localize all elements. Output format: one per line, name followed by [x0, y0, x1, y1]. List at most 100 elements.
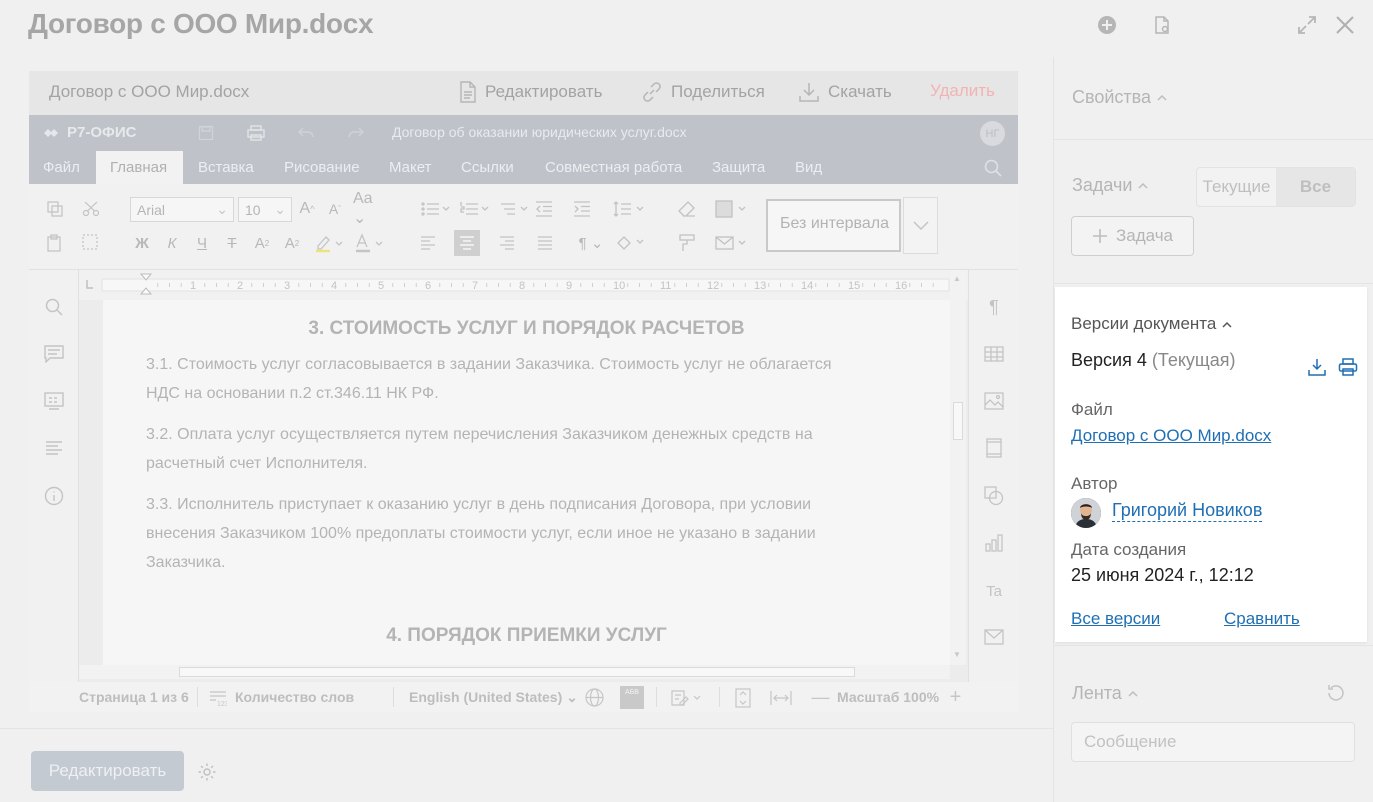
track-changes-icon[interactable]	[669, 687, 705, 708]
italic-icon[interactable]: К	[162, 233, 182, 253]
text-art-icon[interactable]: Ta	[983, 579, 1005, 603]
page-indicator[interactable]: Страница 1 из 6	[79, 689, 189, 705]
spell-check-icon[interactable]: АБВ	[620, 686, 644, 709]
font-name-select[interactable]: Arial ⌄	[130, 197, 234, 222]
versions-section-toggle[interactable]: Версии документа	[1071, 314, 1232, 334]
all-versions-link[interactable]: Все версии	[1071, 609, 1160, 629]
menu-home[interactable]: Главная	[96, 151, 183, 184]
compare-link[interactable]: Сравнить	[1224, 609, 1300, 629]
bold-icon[interactable]: Ж	[132, 233, 152, 253]
close-icon[interactable]	[1330, 10, 1360, 40]
menu-view[interactable]: Вид	[795, 159, 822, 176]
font-size-select[interactable]: 10 ⌄	[238, 197, 292, 222]
strikethrough-icon[interactable]: Т	[222, 233, 242, 253]
borders-icon[interactable]	[713, 199, 749, 219]
cut-icon[interactable]	[81, 199, 101, 219]
multilevel-list-icon[interactable]	[497, 199, 531, 219]
change-case-icon[interactable]: Aa ⌄	[353, 190, 387, 227]
underline-icon[interactable]: Ч	[192, 233, 212, 253]
search-icon[interactable]	[982, 157, 1004, 179]
delete-link[interactable]: Удалить	[930, 81, 995, 101]
highlight-icon[interactable]	[312, 233, 346, 253]
scroll-thumb[interactable]	[179, 667, 855, 677]
mail-merge-icon[interactable]	[713, 233, 749, 253]
refresh-icon[interactable]	[1324, 681, 1348, 705]
increase-indent-icon[interactable]	[572, 199, 592, 219]
redo-icon[interactable]	[346, 123, 366, 143]
menu-references[interactable]: Ссылки	[461, 159, 514, 176]
navigation-icon[interactable]	[43, 437, 65, 459]
document-settings-icon[interactable]	[1147, 10, 1177, 40]
chat-icon[interactable]	[43, 390, 65, 412]
search-icon[interactable]	[43, 296, 65, 318]
globe-icon[interactable]	[584, 687, 605, 708]
increase-font-icon[interactable]: A ^	[297, 199, 317, 219]
tasks-section-toggle[interactable]: Задачи	[1072, 175, 1148, 196]
format-painter-icon[interactable]	[677, 233, 697, 253]
table-settings-icon[interactable]	[983, 343, 1005, 365]
select-all-icon[interactable]	[81, 233, 101, 253]
user-avatar[interactable]: НГ	[980, 121, 1005, 146]
add-task-button[interactable]: Задача	[1071, 216, 1194, 256]
superscript-icon[interactable]: A2	[252, 233, 272, 253]
align-center-icon[interactable]	[454, 230, 480, 256]
image-settings-icon[interactable]	[983, 390, 1005, 412]
paste-icon[interactable]	[45, 233, 65, 253]
horizontal-scrollbar[interactable]	[79, 665, 950, 679]
menu-protection[interactable]: Защита	[712, 159, 765, 176]
undo-icon[interactable]	[296, 123, 316, 143]
properties-section-toggle[interactable]: Свойства	[1072, 87, 1167, 108]
zoom-out-icon[interactable]: —	[810, 687, 831, 708]
eraser-icon[interactable]	[677, 199, 697, 219]
shading-icon[interactable]	[613, 233, 647, 253]
expand-icon[interactable]	[1292, 10, 1322, 40]
numbering-icon[interactable]	[458, 199, 492, 219]
font-color-icon[interactable]	[352, 233, 386, 253]
paragraph-marks-icon[interactable]: ¶ ⌄	[574, 233, 608, 253]
edit-link[interactable]: Редактировать	[459, 81, 602, 103]
horizontal-ruler[interactable]: 1 2 3 4 5 6 7 8 9 10 11 12 13 14 15 16	[79, 270, 968, 300]
download-link[interactable]: Скачать	[798, 81, 892, 103]
menu-layout[interactable]: Макет	[389, 159, 431, 176]
menu-draw[interactable]: Рисование	[284, 159, 360, 176]
style-preset[interactable]: Без интервала	[766, 199, 901, 252]
fit-width-icon[interactable]	[769, 687, 793, 708]
scroll-thumb[interactable]	[953, 402, 963, 440]
decrease-indent-icon[interactable]	[534, 199, 554, 219]
word-count[interactable]: Количество слов	[235, 689, 354, 705]
fit-page-icon[interactable]	[732, 687, 753, 708]
print-icon[interactable]	[1337, 356, 1359, 378]
decrease-font-icon[interactable]: Aˇ	[325, 199, 345, 219]
zoom-in-icon[interactable]: +	[945, 686, 966, 708]
edit-button[interactable]: Редактировать	[31, 751, 184, 791]
subscript-icon[interactable]: A2	[282, 233, 302, 253]
vertical-scrollbar[interactable]: ▲ ▼	[950, 270, 966, 665]
message-input[interactable]: Сообщение	[1071, 722, 1355, 762]
justify-icon[interactable]	[535, 233, 555, 253]
chart-settings-icon[interactable]	[983, 532, 1005, 554]
align-right-icon[interactable]	[497, 233, 517, 253]
share-link[interactable]: Поделиться	[641, 81, 765, 103]
menu-insert[interactable]: Вставка	[198, 159, 254, 176]
info-icon[interactable]	[43, 485, 65, 507]
header-footer-icon[interactable]	[983, 437, 1005, 459]
line-spacing-icon[interactable]	[612, 199, 646, 219]
comments-icon[interactable]	[43, 343, 65, 365]
gear-icon[interactable]	[196, 761, 218, 783]
file-link[interactable]: Договор с ООО Мир.docx	[1071, 426, 1271, 446]
tasks-current-tab[interactable]: Текущие	[1197, 168, 1276, 206]
align-left-icon[interactable]	[418, 233, 438, 253]
language-select[interactable]: English (United States) ⌄	[409, 689, 578, 706]
paragraph-settings-icon[interactable]: ¶	[983, 296, 1005, 318]
menu-file[interactable]: Файл	[43, 159, 80, 176]
print-icon[interactable]	[246, 123, 266, 143]
author-link[interactable]: Григорий Новиков	[1112, 499, 1263, 522]
menu-collaboration[interactable]: Совместная работа	[545, 159, 682, 176]
shape-settings-icon[interactable]	[983, 485, 1005, 507]
save-icon[interactable]	[196, 123, 216, 143]
add-circle-icon[interactable]	[1092, 10, 1122, 40]
mail-merge-settings-icon[interactable]	[983, 626, 1005, 648]
copy-icon[interactable]	[45, 199, 65, 219]
tasks-all-tab[interactable]: Все	[1276, 168, 1355, 206]
styles-expand-button[interactable]	[903, 197, 938, 254]
